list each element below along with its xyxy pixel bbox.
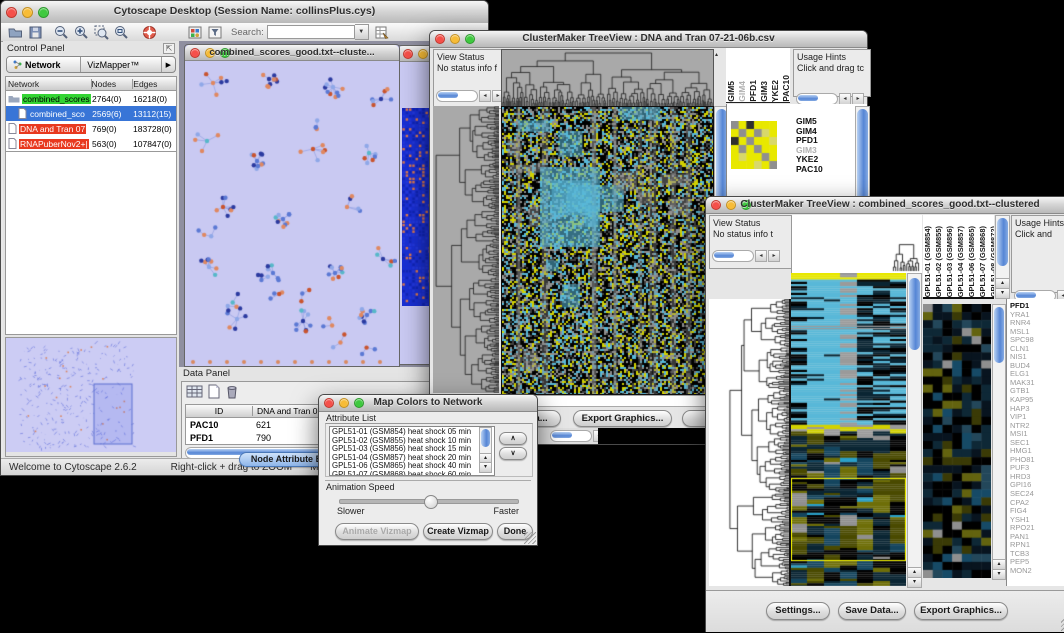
filter-icon[interactable]	[206, 24, 224, 41]
tv2-zoom-vscrollbar[interactable]: ▴▾	[992, 304, 1006, 580]
control-panel: Control Panel ⇱ Network VizMapper™ ▶ Net…	[3, 41, 180, 459]
tv2-usage-hints-panel: Usage Hints Click and	[1011, 215, 1064, 293]
attribute-list[interactable]: GPL51-01 (GSM854) heat shock 05 minGPL51…	[329, 426, 495, 476]
zoom-out-icon[interactable]	[52, 24, 70, 41]
slider-thumb[interactable]	[424, 495, 438, 509]
tv2-export-graphics-button[interactable]: Export Graphics...	[914, 602, 1008, 620]
create-vizmap-button[interactable]: Create Vizmap	[423, 523, 493, 540]
new-attribute-icon[interactable]	[207, 384, 221, 404]
tv1-similarity-matrix-canvas[interactable]	[731, 121, 777, 169]
birdseye-canvas[interactable]	[6, 338, 176, 452]
tv2-heatmap-vscrollbar[interactable]: ▴▾	[907, 273, 922, 588]
faster-label: Faster	[493, 506, 519, 516]
vizmap-icon[interactable]	[186, 24, 204, 41]
treeview2-title: ClusterMaker TreeView : combined_scores_…	[726, 199, 1054, 210]
tv2-zoom-heatmap-canvas[interactable]	[923, 304, 991, 578]
animate-vizmap-button: Animate Vizmap	[335, 523, 419, 540]
attribute-select-icon[interactable]	[186, 384, 203, 404]
treeview2-titlebar[interactable]: ClusterMaker TreeView : combined_scores_…	[706, 197, 1064, 214]
search-dropdown-icon[interactable]: ▼	[355, 24, 369, 40]
resize-grip[interactable]	[524, 532, 536, 544]
treeview1-titlebar[interactable]: ClusterMaker TreeView : DNA and Tran 07-…	[430, 31, 867, 48]
dialog-titlebar[interactable]: Map Colors to Network	[319, 395, 537, 412]
move-up-button[interactable]: ∧	[499, 432, 527, 445]
main-toolbar: Search: ▼	[1, 23, 488, 42]
network-table: Network Nodes Edges combined_scores 2764…	[5, 76, 177, 152]
network-view-1-titlebar[interactable]: combined_scores_good.txt--cluste...	[185, 45, 399, 61]
open-file-icon[interactable]	[6, 24, 24, 41]
tv1-heatmap-canvas[interactable]	[501, 106, 714, 395]
file-icon	[8, 123, 17, 134]
tv1-column-dendrogram-canvas[interactable]	[501, 49, 714, 107]
tv1-usage-hints-panel: Usage Hints Click and drag tc	[793, 49, 871, 97]
birdseye-view[interactable]	[5, 337, 177, 457]
network-row-selected[interactable]: combined_sco 2569(6) 13112(15)	[6, 106, 176, 121]
file-icon	[8, 138, 17, 149]
dialog-title: Map Colors to Network	[319, 397, 537, 408]
search-input[interactable]	[267, 25, 355, 39]
zoom-in-icon[interactable]	[72, 24, 90, 41]
table-import-icon[interactable]	[373, 24, 391, 41]
search-label: Search:	[231, 27, 264, 38]
tab-vizmapper[interactable]: VizMapper™	[81, 57, 161, 72]
desktop: Cytoscape Desktop (Session Name: collins…	[0, 0, 1064, 633]
move-down-button[interactable]: ∨	[499, 447, 527, 460]
file-icon	[18, 108, 27, 119]
control-panel-title: Control Panel	[7, 43, 65, 54]
tv2-heatmap-canvas[interactable]	[791, 273, 906, 586]
help-lifesaver-icon[interactable]	[140, 24, 158, 41]
main-titlebar[interactable]: Cytoscape Desktop (Session Name: collins…	[1, 1, 488, 24]
network-row[interactable]: RNAPuberNov2+| 563(0) 107847(0)	[6, 136, 176, 151]
tv2-column-dendrogram-canvas[interactable]	[791, 215, 922, 273]
network-row[interactable]: combined_scores 2764(0) 16218(0)	[6, 91, 176, 106]
network-list-empty-area	[5, 152, 177, 335]
animation-speed-slider[interactable]	[339, 499, 519, 504]
attribute-list-label: Attribute List	[326, 413, 376, 423]
tv2-save-data-button[interactable]: Save Data...	[838, 602, 906, 620]
search-box: ▼	[267, 24, 369, 40]
animation-speed-label: Animation Speed	[326, 482, 395, 492]
main-window-title: Cytoscape Desktop (Session Name: collins…	[1, 5, 488, 17]
tv2-gene-panel: PFD1YRA1RNR4MSL1SPC98CLN1NIS1BUD4ELG1MAK…	[1006, 299, 1064, 586]
tv1-status-scrollbar[interactable]: ◂▸	[436, 90, 504, 102]
float-panel-icon[interactable]: ⇱	[163, 43, 175, 54]
tv1-gene-labels: GIM5GIM4PFD1GIM3YKE2PAC10	[796, 117, 823, 174]
tv2-gene-labels: PFD1YRA1RNR4MSL1SPC98CLN1NIS1BUD4ELG1MAK…	[1007, 299, 1064, 576]
tab-network[interactable]: Network	[7, 57, 81, 72]
tab-overflow-arrow[interactable]: ▶	[162, 57, 175, 72]
network-row[interactable]: DNA and Tran 07 769(0) 183728(0)	[6, 121, 176, 136]
slower-label: Slower	[337, 506, 365, 516]
treeview2-window[interactable]: ClusterMaker TreeView : combined_scores_…	[705, 196, 1064, 632]
tv2-labels-vscrollbar[interactable]: ▴▾	[995, 215, 1010, 299]
tv2-settings-button[interactable]: Settings...	[766, 602, 830, 620]
zoom-fit-icon[interactable]	[112, 24, 130, 41]
delete-attribute-icon[interactable]	[225, 384, 239, 404]
tv2-column-labels: GPL51-01 (GSM854)GPL51-02 (GSM855)GPL51-…	[923, 215, 994, 299]
treeview1-title: ClusterMaker TreeView : DNA and Tran 07-…	[430, 33, 867, 44]
map-colors-dialog[interactable]: Map Colors to Network Attribute List GPL…	[318, 394, 538, 546]
control-panel-tabs: Network VizMapper™ ▶	[6, 56, 176, 73]
tv1-row-dendrogram-canvas[interactable]	[433, 106, 499, 393]
minimize-button[interactable]	[418, 49, 428, 59]
close-button[interactable]	[711, 200, 721, 210]
attribute-list-vscrollbar[interactable]: ▴▾	[479, 427, 492, 473]
tv2-button-bar: Settings... Save Data... Export Graphics…	[706, 590, 1064, 632]
tv1-export-graphics-button[interactable]: Export Graphics...	[573, 410, 672, 427]
zoom-selected-icon[interactable]	[92, 24, 110, 41]
tv2-row-dendrogram-canvas[interactable]	[709, 299, 791, 586]
network-canvas[interactable]	[185, 61, 397, 365]
save-icon[interactable]	[26, 24, 44, 41]
tv2-status-scrollbar[interactable]: ◂▸	[712, 250, 780, 262]
network-view-1-title: combined_scores_good.txt--cluste...	[185, 47, 399, 58]
tv1-column-labels: GIM5GIM4PFD1GIM3YKE2PAC10	[726, 48, 790, 103]
close-button[interactable]	[403, 49, 413, 59]
network-view-window-1[interactable]: combined_scores_good.txt--cluste...	[184, 44, 400, 367]
folder-icon	[8, 94, 20, 103]
network-tree-icon	[13, 60, 22, 69]
status-welcome: Welcome to Cytoscape 2.6.2	[9, 462, 137, 473]
dense-grid-network-canvas[interactable]	[402, 108, 432, 306]
tv1-mini-up-arrow[interactable]: ▴	[715, 51, 718, 58]
network-table-header[interactable]: Network Nodes Edges	[6, 77, 176, 91]
